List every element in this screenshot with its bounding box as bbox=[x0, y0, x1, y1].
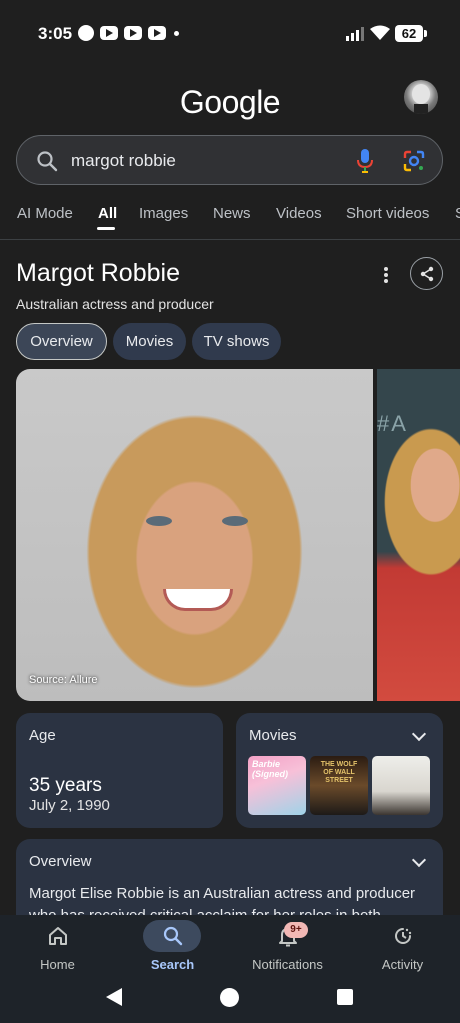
share-button[interactable] bbox=[410, 257, 443, 290]
home-button-icon[interactable] bbox=[220, 988, 239, 1007]
signal-icon bbox=[346, 27, 364, 41]
activity-icon bbox=[395, 928, 412, 944]
entity-main-image[interactable] bbox=[16, 369, 373, 701]
nav-notifications-label: Notifications bbox=[252, 957, 323, 972]
search-icon bbox=[163, 926, 183, 946]
image-source-label: Source: Allure bbox=[29, 674, 98, 686]
chip-overview[interactable]: Overview bbox=[16, 323, 107, 360]
movie-poster[interactable]: Barbie (Signed) bbox=[248, 756, 306, 815]
battery-icon bbox=[424, 30, 427, 37]
search-bar[interactable]: margot robbie bbox=[16, 135, 443, 185]
image-detail bbox=[163, 589, 233, 611]
nav-activity[interactable]: Activity bbox=[345, 915, 460, 985]
search-icon bbox=[37, 151, 58, 172]
active-tab-indicator bbox=[97, 227, 115, 230]
avatar[interactable] bbox=[404, 80, 438, 114]
movie-poster[interactable]: THE WOLF OF WALL STREET bbox=[310, 756, 368, 815]
tab-videos[interactable]: Videos bbox=[276, 205, 322, 222]
search-tabs: AI Mode All Images News Videos Short vid… bbox=[16, 205, 460, 235]
nav-activity-label: Activity bbox=[381, 957, 424, 972]
more-options-icon[interactable] bbox=[383, 267, 389, 283]
tab-short-videos[interactable]: Short videos bbox=[346, 205, 429, 222]
wifi-icon bbox=[370, 25, 390, 40]
mic-icon[interactable] bbox=[357, 148, 373, 174]
tab-images[interactable]: Images bbox=[139, 205, 188, 222]
back-icon[interactable] bbox=[106, 988, 122, 1006]
notification-badge: 9+ bbox=[284, 922, 308, 938]
chip-movies[interactable]: Movies bbox=[113, 323, 186, 360]
entity-side-image[interactable]: #A bbox=[377, 369, 460, 701]
more-notifications-icon bbox=[174, 31, 179, 36]
home-icon bbox=[49, 927, 67, 945]
chevron-down-icon[interactable] bbox=[411, 852, 427, 868]
divider bbox=[0, 239, 460, 240]
movie-poster[interactable] bbox=[372, 756, 430, 815]
share-icon bbox=[420, 266, 434, 282]
nav-search-label: Search bbox=[150, 957, 195, 972]
status-bar: 3:05 62 bbox=[0, 0, 460, 70]
tab-overflow[interactable]: S bbox=[455, 205, 460, 222]
avatar-image bbox=[412, 84, 430, 114]
entity-title: Margot Robbie bbox=[16, 259, 180, 287]
nav-home[interactable]: Home bbox=[0, 915, 115, 985]
battery-level: 62 bbox=[395, 25, 423, 42]
chevron-down-icon[interactable] bbox=[411, 726, 427, 742]
system-nav-bar bbox=[0, 983, 460, 1023]
entity-subtitle: Australian actress and producer bbox=[16, 296, 214, 312]
youtube-icon bbox=[100, 26, 118, 40]
image-detail bbox=[222, 516, 248, 526]
movies-label: Movies bbox=[249, 727, 297, 744]
status-time: 3:05 bbox=[38, 24, 73, 43]
tab-news[interactable]: News bbox=[213, 205, 251, 222]
poster-title: Barbie (Signed) bbox=[252, 759, 288, 779]
age-label: Age bbox=[29, 727, 56, 744]
google-lens-icon[interactable] bbox=[402, 149, 426, 173]
tab-all[interactable]: All bbox=[98, 205, 117, 222]
tab-ai-mode[interactable]: AI Mode bbox=[17, 205, 73, 222]
google-logo[interactable]: Google bbox=[0, 84, 460, 121]
chip-tv-shows[interactable]: TV shows bbox=[192, 323, 281, 360]
image-detail bbox=[146, 516, 172, 526]
age-card[interactable]: Age 35 years July 2, 1990 bbox=[16, 713, 223, 828]
poster-title: THE WOLF OF WALL STREET bbox=[320, 761, 358, 784]
nav-home-label: Home bbox=[40, 957, 75, 972]
age-value: 35 years bbox=[29, 775, 102, 796]
youtube-icon bbox=[124, 26, 142, 40]
side-image-text: #A bbox=[377, 411, 408, 436]
birth-date: July 2, 1990 bbox=[29, 797, 110, 814]
recents-icon[interactable] bbox=[337, 989, 353, 1005]
app-notification-icon bbox=[78, 25, 94, 41]
search-input[interactable]: margot robbie bbox=[71, 151, 176, 171]
nav-search[interactable]: Search bbox=[115, 915, 230, 985]
overview-label: Overview bbox=[29, 853, 92, 870]
youtube-icon bbox=[148, 26, 166, 40]
movies-card[interactable]: Movies Barbie (Signed) THE WOLF OF WALL … bbox=[236, 713, 443, 828]
